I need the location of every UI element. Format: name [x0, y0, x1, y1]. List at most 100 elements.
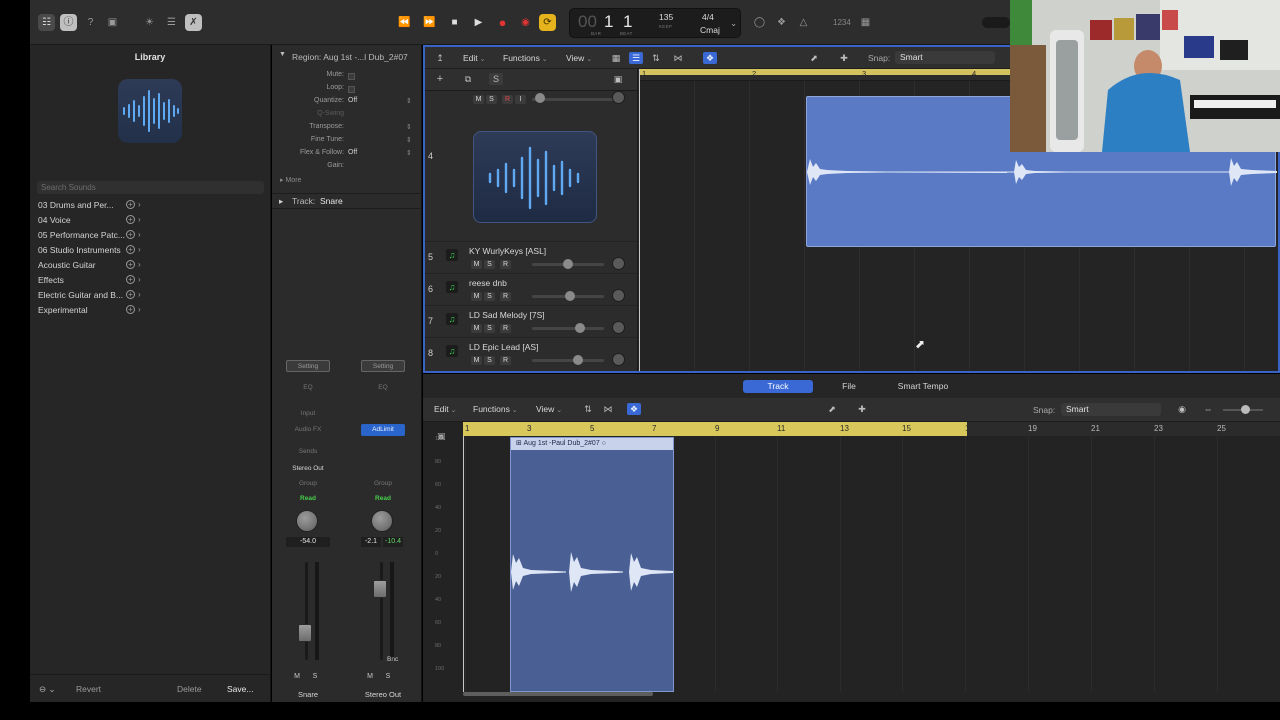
list-view-icon[interactable]: ☰ — [629, 52, 643, 64]
revert-button[interactable]: Revert — [76, 684, 101, 694]
solo-button[interactable]: S — [308, 671, 322, 683]
add-track-icon[interactable]: + — [433, 73, 447, 85]
audio-fx-slot[interactable]: AdLimit — [361, 424, 405, 436]
disclosure-icon[interactable]: ▼ — [279, 51, 286, 58]
mute-button[interactable]: M — [471, 260, 482, 269]
track-name[interactable]: reese dnb — [469, 278, 507, 288]
editors-icon[interactable]: ✗ — [185, 14, 202, 31]
volume-knob[interactable] — [563, 259, 573, 269]
track-row[interactable]: 8 ♫ LD Epic Lead [AS] M S R — [425, 337, 637, 369]
pan-knob[interactable] — [612, 289, 625, 302]
editor-ruler[interactable]: 1 3 5 7 9 11 13 15 17 19 21 23 25 — [463, 422, 1280, 436]
mute-button[interactable]: M — [363, 671, 377, 683]
pan-knob[interactable] — [612, 91, 625, 104]
editor-flex-icon[interactable]: ❖ — [627, 403, 641, 415]
inspector-row[interactable]: Fine Tune: ⇕ — [272, 136, 422, 148]
library-search-input[interactable]: Search Sounds — [37, 181, 264, 194]
input-monitor-button[interactable]: I — [515, 95, 526, 104]
track-row[interactable]: 4 M S R I — [425, 91, 637, 240]
quick-help-icon[interactable]: ? — [82, 14, 99, 31]
record-enable-button[interactable]: R — [500, 260, 511, 269]
inspector-row[interactable]: Loop: — [272, 84, 422, 96]
editor-playhead[interactable] — [463, 436, 464, 692]
track-options-icon[interactable]: ▣ — [611, 73, 625, 85]
track-row[interactable]: 5 ♫ KY WurlyKeys [ASL] M S R — [425, 241, 637, 273]
tuner-icon[interactable]: ◯ — [751, 14, 768, 31]
editor-snap-select[interactable]: Smart — [1061, 403, 1161, 416]
editor-functions-menu[interactable]: Functions — [473, 404, 518, 414]
editor-pointer-tool-icon[interactable]: ⬈ — [825, 403, 839, 415]
duplicate-track-icon[interactable]: ⧉ — [461, 73, 475, 85]
disclosure-icon[interactable]: ▸ — [279, 194, 283, 208]
pan-knob[interactable] — [296, 510, 318, 532]
library-item[interactable]: 03 Drums and Per... + › — [38, 198, 143, 212]
volume-fader[interactable] — [380, 562, 383, 660]
add-icon[interactable]: + — [126, 275, 135, 284]
library-item[interactable]: Acoustic Guitar + › — [38, 258, 143, 272]
checkbox[interactable] — [348, 73, 355, 80]
metronome-icon[interactable]: △ — [795, 14, 812, 31]
pointer-tool-icon[interactable]: ⬈ — [807, 52, 821, 64]
view-menu[interactable]: View — [566, 53, 592, 63]
tab-smart-tempo[interactable]: Smart Tempo — [889, 380, 957, 393]
chevron-right-icon[interactable]: › — [138, 228, 141, 242]
input-slot[interactable]: Input — [286, 408, 330, 420]
flex-icon[interactable]: ❖ — [703, 52, 717, 64]
stop-icon[interactable]: ■ — [446, 14, 463, 31]
list-editors-icon[interactable]: ▦ — [857, 14, 874, 31]
sends-slot[interactable] — [361, 446, 405, 458]
chevron-right-icon[interactable]: › — [138, 273, 141, 287]
stepper-icon[interactable]: ⇕ — [406, 123, 412, 131]
chevron-right-icon[interactable]: › — [138, 258, 141, 272]
inspector-row[interactable]: Gain: — [272, 162, 422, 174]
library-item[interactable]: Experimental + › — [38, 303, 143, 317]
track-row[interactable]: 6 ♫ reese dnb M S R — [425, 273, 637, 305]
fader-cap[interactable] — [373, 580, 387, 599]
edit-menu[interactable]: Edit — [463, 53, 485, 63]
volume-knob[interactable] — [535, 93, 545, 103]
grid-view-icon[interactable]: ▦ — [609, 52, 623, 64]
mixer-icon[interactable]: ☰ — [163, 14, 180, 31]
record-enable-button[interactable]: R — [500, 324, 511, 333]
bounce-button[interactable]: Bnc — [387, 656, 398, 663]
track-row[interactable]: 7 ♫ LD Sad Melody [7S] M S R — [425, 305, 637, 337]
rewind-icon[interactable]: ⏪ — [396, 14, 413, 31]
add-icon[interactable]: + — [126, 260, 135, 269]
volume-fader[interactable] — [305, 562, 308, 660]
editor-link-icon[interactable]: ⋈ — [601, 403, 615, 415]
inspector-row[interactable]: Q-Swing — [272, 110, 422, 122]
smart-controls-icon[interactable]: ☀ — [141, 14, 158, 31]
editor-secondary-tool-icon[interactable]: ✚ — [855, 403, 869, 415]
solo-button[interactable]: S — [484, 324, 495, 333]
setting-button[interactable]: Setting — [361, 360, 405, 372]
eq-display[interactable]: EQ — [286, 382, 330, 394]
stepper-icon[interactable]: ⇕ — [406, 136, 412, 144]
record-enable-button[interactable]: R — [500, 292, 511, 301]
mute-button[interactable]: M — [471, 356, 482, 365]
automation-mode[interactable]: Read — [286, 493, 330, 505]
mute-button[interactable]: M — [471, 292, 482, 301]
region-inspector-header[interactable]: ▼ Region: Aug 1st -...l Dub_2#07 — [272, 50, 422, 64]
snap-select[interactable]: Smart — [895, 51, 995, 64]
group-slot[interactable]: Group — [361, 478, 405, 490]
editor-audio-region[interactable]: ⊞ Aug 1st -Paul Dub_2#07 ○ — [510, 437, 674, 692]
inspector-row-value[interactable]: Off — [348, 97, 357, 104]
library-item[interactable]: 05 Performance Patc... + › — [38, 228, 143, 242]
cycle-icon[interactable]: ⟳ — [539, 14, 556, 31]
output-slot[interactable] — [361, 463, 405, 475]
add-icon[interactable]: + — [126, 290, 135, 299]
solo-button[interactable]: S — [484, 260, 495, 269]
functions-menu[interactable]: Functions — [503, 53, 548, 63]
inspector-row[interactable]: Transpose: ⇕ — [272, 123, 422, 135]
add-icon[interactable]: + — [126, 305, 135, 314]
stepper-icon[interactable]: ⇕ — [406, 97, 412, 105]
add-icon[interactable]: + — [126, 200, 135, 209]
stepper-icon[interactable]: ⇕ — [406, 149, 412, 157]
output-slot[interactable]: Stereo Out — [286, 463, 330, 475]
record-icon[interactable]: ● — [494, 14, 511, 31]
fast-forward-icon[interactable]: ⏩ — [421, 14, 438, 31]
play-icon[interactable]: ▶ — [470, 14, 487, 31]
solo-button[interactable]: S — [381, 671, 395, 683]
back-icon[interactable]: ↥ — [433, 52, 447, 64]
editor-waveform-zoom-icon[interactable]: ◉ — [1175, 403, 1189, 415]
